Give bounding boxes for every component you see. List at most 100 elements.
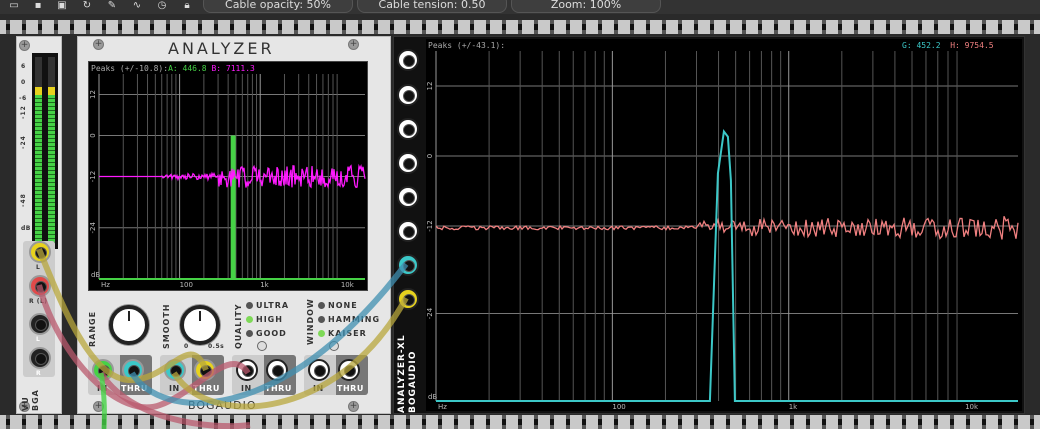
- y-tick-label: -24: [89, 221, 97, 233]
- indicator-light: [318, 316, 325, 323]
- vu-tick: 6: [21, 63, 26, 70]
- vu-brand: BGA: [31, 389, 40, 411]
- quality-button[interactable]: [257, 341, 267, 351]
- screw: +: [93, 39, 104, 50]
- xl-input-jack-5[interactable]: [397, 186, 419, 208]
- xl-brand: BOGAUDIO: [408, 351, 418, 413]
- y-tick-label: -12: [426, 220, 434, 231]
- channel-b-in-jack[interactable]: [164, 359, 186, 381]
- jack-label: R: [36, 370, 41, 377]
- cpu-icon[interactable]: ∿: [131, 0, 143, 12]
- y-tick-label: 0: [89, 133, 97, 137]
- vu-out-r-jack[interactable]: [29, 347, 51, 369]
- screw: +: [19, 40, 30, 51]
- cable-tension-slider[interactable]: Cable tension: 0.50: [357, 0, 507, 13]
- xl-input-jack-3[interactable]: [397, 118, 419, 140]
- x-tick-label: Hz: [101, 281, 110, 289]
- reload-icon[interactable]: ↻: [81, 0, 93, 12]
- jack-label: R (L): [29, 298, 48, 305]
- window-button[interactable]: [329, 341, 339, 351]
- series-h-line: [436, 216, 1018, 239]
- series-a-peak: [231, 136, 236, 280]
- x-tick-label: 10k: [341, 281, 355, 289]
- cable-opacity-slider[interactable]: Cable opacity: 50%: [203, 0, 353, 13]
- indicator-light: [246, 330, 253, 337]
- analyzer-brand: BOGAUDIO: [188, 399, 256, 412]
- toolbar: ▭ ▪ ▣ ↻ ✎ ∿ ◷ 🔒︎ Cable opacity: 50% Cabl…: [0, 0, 1040, 14]
- zoom-slider[interactable]: Zoom: 100%: [511, 0, 661, 13]
- vu-in-r-jack[interactable]: [29, 275, 51, 297]
- thru-label: THRU: [121, 384, 148, 393]
- thru-label: THRU: [265, 384, 292, 393]
- open-icon[interactable]: ▭: [8, 0, 20, 12]
- window-option-none: NONE: [318, 301, 358, 310]
- vu-tick: -48: [20, 193, 27, 207]
- save-as-icon[interactable]: ▣: [56, 0, 68, 12]
- smooth-knob[interactable]: [180, 305, 220, 345]
- channel-a-in-jack[interactable]: [92, 359, 114, 381]
- in-label: IN: [241, 384, 252, 393]
- window-option-kaiser: KAISER: [318, 329, 367, 338]
- vu-tick: -24: [20, 135, 27, 149]
- vu-in-l-jack[interactable]: [29, 241, 51, 263]
- channel-d-in-jack[interactable]: [308, 359, 330, 381]
- quality-option-ultra: ULTRA: [246, 301, 289, 310]
- xl-input-jack-1[interactable]: [397, 49, 419, 71]
- channel-a-thru-jack[interactable]: [122, 359, 144, 381]
- vu-tick: dB: [21, 225, 31, 232]
- in-label: IN: [97, 384, 108, 393]
- quality-label: QUALITY: [234, 303, 243, 349]
- range-knob[interactable]: [109, 305, 149, 345]
- channel-b-thru-jack[interactable]: [194, 359, 216, 381]
- thru-label: THRU: [193, 384, 220, 393]
- jack-label: L: [36, 336, 40, 343]
- channel-c-thru-jack[interactable]: [266, 359, 288, 381]
- in-label: IN: [313, 384, 324, 393]
- x-tick-label: 10k: [965, 403, 979, 411]
- rack-rail-bottom: [0, 415, 1040, 429]
- vu-module: + + 6 0 -6 -12 -24 -48 dB L R (L) L R VU…: [16, 36, 62, 414]
- xl-input-jack-6[interactable]: [397, 220, 419, 242]
- window-option-hamming: HAMMING: [318, 315, 380, 324]
- xl-input-jack-h[interactable]: [397, 288, 419, 310]
- clock-icon[interactable]: ◷: [156, 0, 168, 12]
- xl-input-jack-2[interactable]: [397, 84, 419, 106]
- indicator-light: [246, 316, 253, 323]
- smooth-max-label: 0.5s: [208, 343, 224, 350]
- y-tick-label: 0: [426, 154, 434, 158]
- save-icon[interactable]: ▪: [32, 0, 44, 12]
- window-label: WINDOW: [306, 298, 315, 345]
- xl-input-jack-g[interactable]: [397, 254, 419, 276]
- indicator-light: [318, 302, 325, 309]
- quality-option-good: GOOD: [246, 329, 287, 338]
- x-tick-label: 1k: [789, 403, 798, 411]
- vu-tick: -12: [20, 105, 27, 119]
- xl-name: ANALYZER-XL: [397, 334, 407, 413]
- x-tick-label: Hz: [438, 403, 447, 411]
- series-g-line: [436, 132, 1018, 402]
- analyzer-plot: 120-12-24dBHz 100 1k 10k: [89, 62, 368, 291]
- channel-c-in-jack[interactable]: [236, 359, 258, 381]
- analyzer-display: Peaks (+/-10.8):A: 446.8 B: 7111.3 12 0 -1…: [88, 61, 368, 291]
- analyzer-xl-module: ANALYZER-XL BOGAUDIO Peaks (+/-43.1): G:…: [393, 36, 1025, 414]
- range-label: RANGE: [88, 311, 97, 347]
- lock-icon[interactable]: 🔒︎: [181, 0, 193, 12]
- thru-label: THRU: [337, 384, 364, 393]
- channel-d-thru-jack[interactable]: [338, 359, 360, 381]
- analyzer-xl-display: Peaks (+/-43.1): G: 452.2 H: 9754.5 12 0-…: [426, 39, 1022, 411]
- quality-option-high: HIGH: [246, 315, 283, 324]
- jack-label: L: [36, 264, 40, 271]
- indicator-light: [318, 330, 325, 337]
- y-tick-label: 12: [426, 82, 434, 91]
- indicator-light: [246, 302, 253, 309]
- vu-out-l-jack[interactable]: [29, 313, 51, 335]
- x-tick-label: 1k: [260, 281, 269, 289]
- vu-tick: -6: [19, 95, 27, 102]
- wrench-icon[interactable]: ✎: [106, 0, 118, 12]
- y-tick-label: 12: [89, 90, 97, 99]
- vu-tick: 0: [21, 79, 26, 86]
- smooth-min-label: 0: [184, 343, 189, 350]
- xl-input-jack-4[interactable]: [397, 152, 419, 174]
- x-tick-label: 100: [180, 281, 193, 289]
- smooth-label: SMOOTH: [162, 304, 171, 349]
